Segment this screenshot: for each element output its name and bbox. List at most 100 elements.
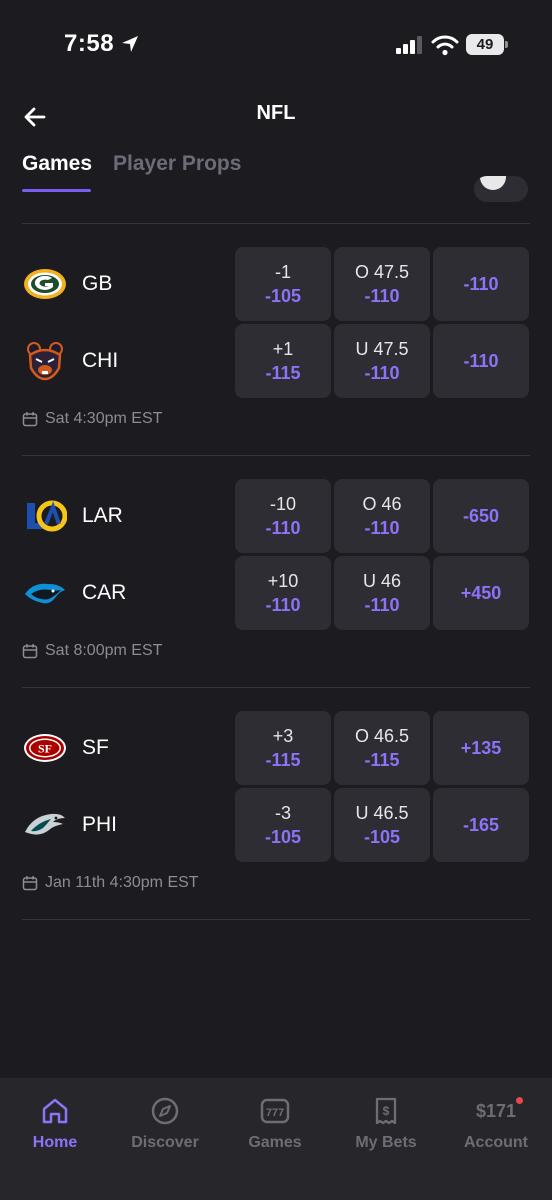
nav-my-bets[interactable]: $ My Bets — [331, 1096, 441, 1152]
svg-text:SF: SF — [38, 742, 52, 756]
spread-odds-button[interactable]: -3 -105 — [235, 788, 331, 862]
game-time-label: Jan 11th 4:30pm EST — [45, 874, 199, 891]
cellular-signal-icon — [396, 36, 422, 54]
team-row: SF SF — [22, 711, 222, 785]
total-line: O 46.5 — [354, 726, 410, 746]
location-arrow-icon — [122, 36, 138, 52]
moneyline-odds-button[interactable]: +450 — [433, 556, 529, 630]
moneyline-odds-button[interactable]: -165 — [433, 788, 529, 862]
total-odds-button[interactable]: O 46.5 -115 — [334, 711, 430, 785]
ticket-icon: $ — [375, 1097, 397, 1125]
game-time: Sat 8:00pm EST — [22, 642, 162, 660]
divider — [22, 919, 530, 920]
total-price: -110 — [364, 595, 400, 615]
total-price: -110 — [364, 286, 400, 306]
team-row: PHI — [22, 788, 222, 862]
total-price: -110 — [364, 363, 400, 383]
calendar-icon — [22, 412, 38, 427]
49ers-logo-icon: SF — [22, 725, 68, 771]
team-abbr: SF — [82, 736, 109, 759]
team-row: LAR — [22, 479, 222, 553]
total-odds-button[interactable]: U 47.5 -110 — [334, 324, 430, 398]
bears-logo-icon — [22, 338, 68, 384]
spread-odds-button[interactable]: +1 -115 — [235, 324, 331, 398]
calendar-icon — [22, 876, 38, 891]
nav-account[interactable]: $171 Account — [441, 1096, 551, 1152]
tab-games[interactable]: Games — [22, 152, 92, 176]
spread-line: -10 — [269, 494, 296, 514]
wifi-icon — [431, 35, 459, 56]
team-row: CAR — [22, 556, 222, 630]
spread-line: +10 — [267, 571, 299, 591]
team-abbr: PHI — [82, 813, 118, 836]
team-row: CHI — [22, 324, 222, 398]
svg-text:777: 777 — [266, 1107, 284, 1119]
moneyline-odds-button[interactable]: -110 — [433, 324, 529, 398]
game-card: SF SF PHI +3 -115 O 46.5 -115 +135 -3 -1… — [0, 711, 552, 931]
spread-odds-button[interactable]: +3 -115 — [235, 711, 331, 785]
battery-indicator: 49 — [466, 34, 508, 55]
moneyline-odds-button[interactable]: -650 — [433, 479, 529, 553]
rams-logo-icon — [22, 493, 68, 539]
spread-price: -110 — [265, 518, 301, 538]
packers-logo-icon — [22, 261, 68, 307]
svg-text:$: $ — [383, 1104, 390, 1118]
total-line: U 46.5 — [355, 803, 409, 823]
spread-price: -115 — [265, 750, 301, 770]
team-row: GB — [22, 247, 222, 321]
total-price: -105 — [363, 827, 401, 847]
game-card: GB CHI -1 -105 O 47.5 -110 -110 +1 -115 … — [0, 247, 552, 467]
spread-line: -1 — [274, 262, 291, 282]
home-icon — [42, 1098, 68, 1124]
account-balance-value: $171 — [475, 1100, 517, 1121]
total-odds-button[interactable]: U 46 -110 — [334, 556, 430, 630]
page-title: NFL — [256, 102, 296, 124]
spread-price: -105 — [264, 827, 302, 847]
spread-line: +3 — [272, 726, 294, 746]
view-toggle[interactable] — [474, 176, 528, 202]
game-time: Jan 11th 4:30pm EST — [22, 874, 199, 892]
total-line: O 46 — [362, 494, 402, 514]
total-line: U 47.5 — [355, 339, 409, 359]
moneyline-price: -165 — [462, 814, 500, 835]
spread-price: -115 — [265, 363, 301, 383]
team-abbr: CHI — [82, 349, 119, 372]
spread-odds-button[interactable]: -1 -105 — [235, 247, 331, 321]
divider — [22, 223, 530, 224]
total-odds-button[interactable]: O 46 -110 — [334, 479, 430, 553]
spread-line: +1 — [272, 339, 294, 359]
moneyline-price: -110 — [463, 350, 499, 371]
total-odds-button[interactable]: O 47.5 -110 — [334, 247, 430, 321]
tab-player-props[interactable]: Player Props — [113, 152, 241, 176]
game-time: Sat 4:30pm EST — [22, 410, 162, 428]
divider — [22, 687, 530, 688]
total-odds-button[interactable]: U 46.5 -105 — [334, 788, 430, 862]
spread-price: -110 — [265, 595, 301, 615]
game-time-label: Sat 4:30pm EST — [45, 410, 163, 427]
account-balance: $171 — [475, 1096, 524, 1122]
nav-my-bets-label: My Bets — [355, 1134, 417, 1151]
team-abbr: LAR — [82, 504, 123, 527]
nav-games-label: Games — [248, 1134, 302, 1151]
spread-odds-button[interactable]: -10 -110 — [235, 479, 331, 553]
nav-games[interactable]: 777 Games — [220, 1096, 330, 1152]
compass-icon — [151, 1097, 179, 1125]
moneyline-odds-button[interactable]: -110 — [433, 247, 529, 321]
moneyline-price: +450 — [460, 582, 502, 603]
total-price: -110 — [364, 518, 400, 538]
nav-discover[interactable]: Discover — [110, 1096, 220, 1152]
bottom-nav: Home Discover 777 Games $ My Bets $171 A… — [0, 1078, 552, 1200]
game-card: LAR CAR -10 -110 O 46 -110 -650 +10 -110… — [0, 479, 552, 699]
status-time: 7:58 — [64, 30, 115, 57]
nav-discover-label: Discover — [131, 1134, 199, 1151]
team-abbr: CAR — [82, 581, 127, 604]
spread-price: -105 — [264, 286, 302, 306]
notification-dot — [516, 1096, 524, 1104]
total-price: -115 — [364, 750, 400, 770]
moneyline-odds-button[interactable]: +135 — [433, 711, 529, 785]
nav-home[interactable]: Home — [0, 1096, 110, 1152]
spread-odds-button[interactable]: +10 -110 — [235, 556, 331, 630]
nav-account-label: Account — [464, 1134, 528, 1151]
moneyline-price: -650 — [462, 505, 500, 526]
spread-line: -3 — [274, 803, 291, 823]
